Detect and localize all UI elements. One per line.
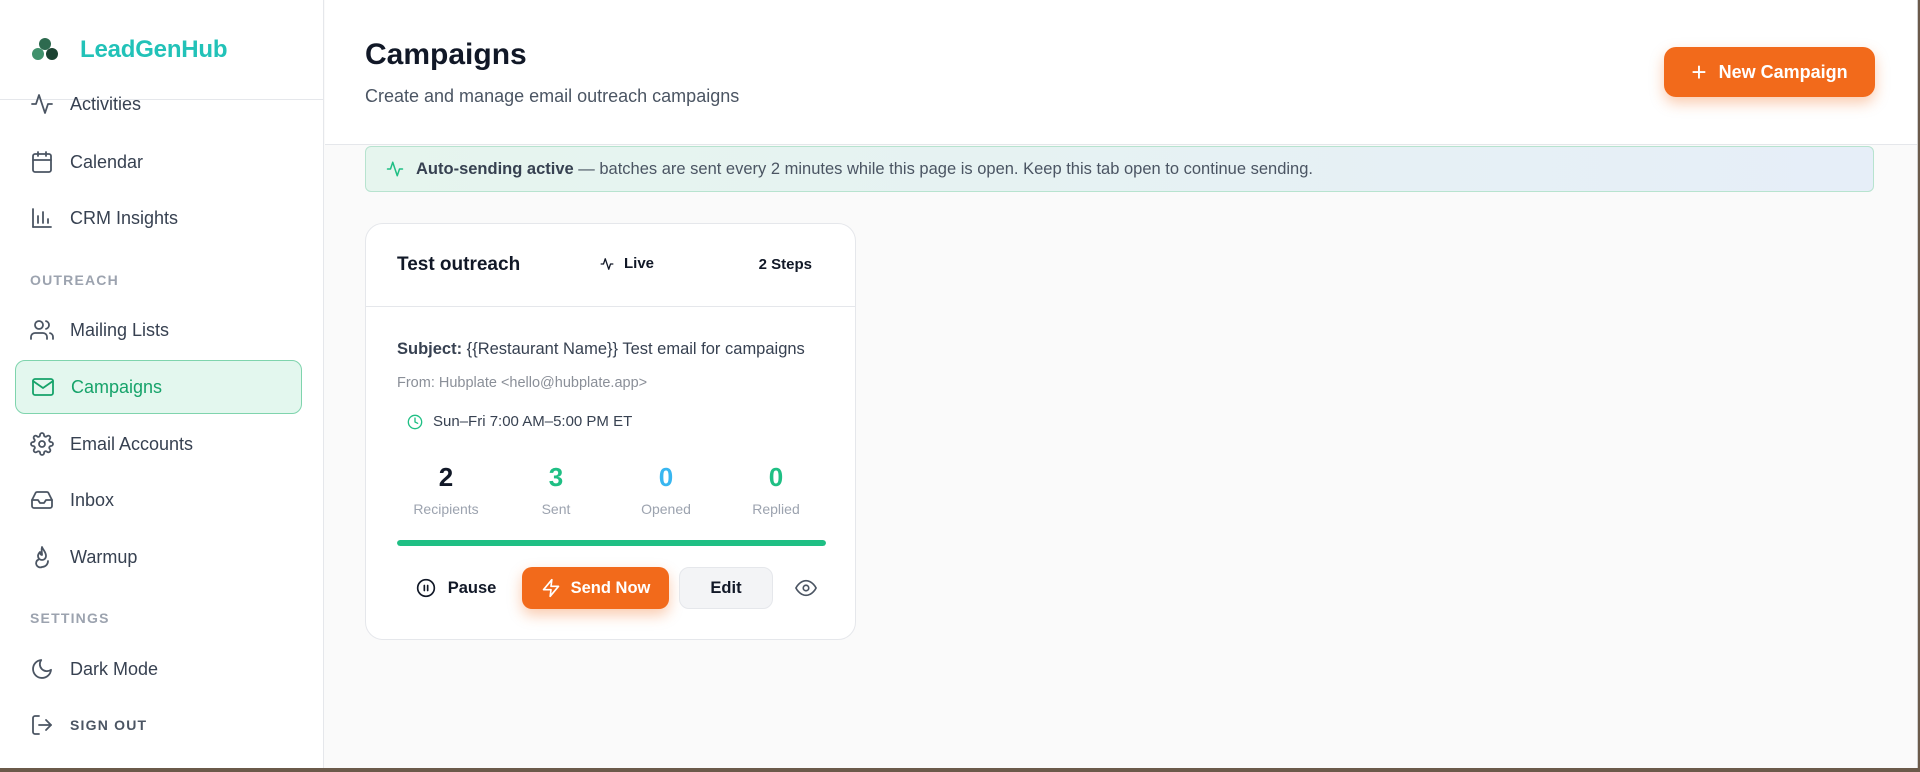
sidebar-item-label: CRM Insights (70, 207, 179, 228)
pause-label: Pause (447, 578, 497, 597)
status-badge: Live (600, 255, 654, 272)
sidebar-item-warmup[interactable]: Warmup (15, 530, 302, 584)
status-label: Live (624, 255, 655, 272)
sidebar-item-label: Dark Mode (70, 658, 159, 679)
stat-opened: 0 Opened (611, 464, 721, 517)
mail-icon (32, 378, 54, 396)
sidebar-item-label: Email Accounts (70, 433, 194, 454)
logo-icon (32, 37, 58, 60)
edit-button[interactable]: Edit (679, 567, 773, 609)
stat-label: Recipients (413, 501, 479, 517)
campaign-card-header: Test outreach Live 2 Steps (366, 224, 855, 307)
sidebar-item-crm-insights[interactable]: CRM Insights (15, 191, 302, 245)
send-progress-bar (397, 540, 826, 546)
sidebar-item-email-accounts[interactable]: Email Accounts (15, 417, 302, 471)
view-button[interactable] (786, 567, 826, 609)
brand-name: LeadGenHub (80, 35, 228, 63)
pause-circle-icon (416, 578, 435, 598)
steps-count: 2 Steps (758, 256, 812, 273)
lightning-icon (542, 578, 559, 598)
page-subtitle: Create and manage email outreach campaig… (365, 86, 740, 106)
campaign-card[interactable]: Test outreach Live 2 Steps Subject: {{Re… (365, 223, 856, 640)
bar-chart-icon (32, 208, 52, 228)
stat-value: 3 (548, 462, 564, 492)
activity-icon (31, 94, 53, 114)
new-campaign-label: New Campaign (1718, 61, 1848, 82)
sidebar-item-label: Inbox (70, 489, 115, 510)
inbox-icon (31, 491, 53, 509)
stat-value: 0 (768, 462, 784, 492)
logout-icon (32, 715, 52, 735)
sidebar-item-dark-mode[interactable]: Dark Mode (15, 642, 302, 696)
stat-label: Replied (752, 501, 800, 517)
sidebar-item-mailing-lists[interactable]: Mailing Lists (15, 303, 302, 357)
sidebar-item-campaigns[interactable]: Campaigns (15, 360, 302, 414)
sign-out-button[interactable]: SIGN OUT (15, 705, 302, 745)
activity-icon (600, 257, 614, 270)
stat-value: 2 (438, 462, 454, 492)
stat-recipients: 2 Recipients (391, 464, 501, 517)
page-title: Campaigns (365, 38, 527, 71)
users-icon (30, 320, 54, 340)
send-now-label: Send Now (570, 578, 651, 597)
sidebar-item-calendar[interactable]: Calendar (15, 135, 302, 189)
banner-strong: Auto-sending active (416, 159, 574, 178)
stat-label: Sent (541, 501, 571, 517)
campaign-from: From: Hubplate <hello@hubplate.app> (397, 375, 648, 391)
clock-icon (407, 414, 423, 429)
eye-icon (795, 579, 817, 597)
sidebar-item-label: Mailing Lists (70, 319, 170, 340)
activity-icon (386, 161, 404, 177)
stat-value: 0 (658, 462, 674, 492)
plus-icon: + (1691, 57, 1707, 87)
sidebar-item-label: Calendar (70, 151, 144, 172)
flame-icon (35, 546, 49, 569)
gear-icon (30, 432, 54, 456)
app-window: LeadGenHub Activities Calendar CRM Insig… (0, 0, 1918, 768)
progress-fill (397, 540, 826, 546)
campaign-name: Test outreach (397, 254, 521, 275)
sign-out-label: SIGN OUT (70, 717, 148, 733)
stat-label: Opened (641, 501, 691, 517)
section-outreach: OUTREACH (30, 272, 119, 288)
sidebar-item-inbox[interactable]: Inbox (15, 473, 302, 527)
auto-sending-banner: Auto-sending active — batches are sent e… (365, 146, 1874, 192)
campaign-schedule: Sun–Fri 7:00 AM–5:00 PM ET (407, 413, 632, 430)
new-campaign-button[interactable]: + New Campaign (1664, 47, 1875, 97)
sidebar-item-label: Warmup (70, 546, 138, 567)
banner-text: — batches are sent every 2 minutes while… (573, 159, 1313, 178)
sidebar-item-label: Campaigns (71, 376, 163, 397)
moon-icon (32, 659, 52, 679)
send-now-button[interactable]: Send Now (522, 567, 669, 609)
page-header: Campaigns Create and manage email outrea… (325, 0, 1917, 145)
sidebar-item-activities[interactable]: Activities (15, 77, 302, 131)
campaign-subject: Subject: {{Restaurant Name}} Test email … (397, 340, 805, 359)
stat-replied: 0 Replied (721, 464, 831, 517)
subject-text: {{Restaurant Name}} Test email for campa… (462, 340, 805, 358)
section-settings: SETTINGS (30, 610, 110, 626)
calendar-icon (32, 151, 52, 173)
stat-sent: 3 Sent (501, 464, 611, 517)
edit-label: Edit (710, 578, 742, 597)
sidebar: LeadGenHub Activities Calendar CRM Insig… (0, 0, 324, 768)
sidebar-item-label: Activities (70, 93, 142, 114)
pause-button[interactable]: Pause (411, 567, 501, 609)
schedule-text: Sun–Fri 7:00 AM–5:00 PM ET (433, 413, 633, 430)
subject-label: Subject: (397, 340, 463, 358)
